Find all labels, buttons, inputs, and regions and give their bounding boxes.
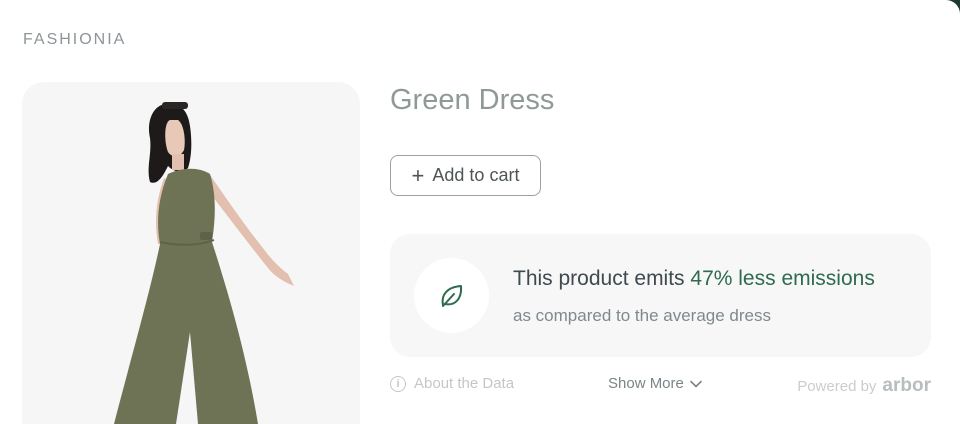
about-data-link[interactable]: i About the Data: [390, 375, 514, 392]
leaf-icon: [441, 284, 462, 307]
info-icon: i: [390, 375, 406, 392]
arbor-logo: arbor: [882, 375, 931, 396]
add-to-cart-button[interactable]: + Add to cart: [390, 155, 541, 196]
product-widget: FASHIONIA Green Dress + Add to cart This…: [0, 0, 960, 424]
product-title: Green Dress: [390, 84, 555, 116]
about-data-label: About the Data: [414, 375, 515, 392]
emissions-comparison: as compared to the average dress: [513, 306, 771, 325]
show-more-label: Show More: [608, 375, 684, 392]
powered-by: Powered by arbor: [797, 375, 931, 397]
window-corner: [946, 0, 960, 14]
leaf-icon-badge: [414, 258, 489, 333]
widget-footer: i About the Data Show More Powered by ar…: [390, 375, 931, 399]
plus-icon: +: [411, 162, 425, 188]
powered-by-label: Powered by: [797, 377, 877, 395]
chevron-down-icon: [690, 380, 702, 387]
add-to-cart-label: Add to cart: [432, 165, 520, 185]
emissions-highlight: 47% less emissions: [690, 267, 875, 290]
brand-logo: FASHIONIA: [23, 31, 127, 48]
emissions-card: This product emits 47% less emissions as…: [390, 234, 931, 357]
emissions-statement: This product emits 47% less emissions: [513, 267, 875, 291]
show-more-button[interactable]: Show More: [608, 375, 702, 392]
emissions-prefix: This product emits: [513, 267, 691, 290]
product-image: [22, 82, 360, 424]
